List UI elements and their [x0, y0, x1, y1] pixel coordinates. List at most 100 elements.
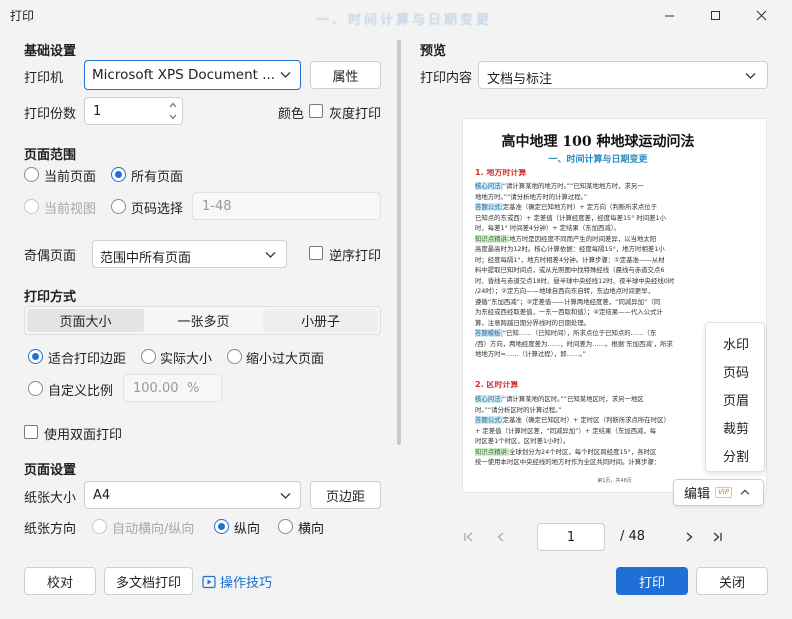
doc-line-text: /24时）；②定方向——地球自西向东自转，东边地点时间更早， [475, 287, 654, 295]
page-select-radio[interactable] [111, 199, 126, 214]
proofread-button[interactable]: 校对 [24, 567, 96, 595]
doc-line-text: 定基准（确定已知区时）+ 定时区（判断所求点所在时区） [502, 416, 670, 424]
chevron-down-icon [280, 72, 291, 78]
total-pages: / 48 [620, 529, 646, 544]
print-content-label: 打印内容 [420, 71, 473, 86]
scale-unit: % [187, 381, 200, 396]
tips-link[interactable]: 操作技巧 [202, 572, 272, 591]
custom-scale-label: 自定义比例 [48, 384, 114, 399]
copies-label: 打印份数 [24, 107, 77, 122]
menu-item-crop[interactable]: 裁剪 [706, 413, 766, 441]
doc-line-text: 为东经或西经取差值，一东一西取和值）；④定结果——代入公式计 [475, 308, 663, 316]
stepper-down-icon[interactable] [169, 114, 177, 120]
page-select-input[interactable]: 1-48 [192, 192, 381, 220]
all-pages-radio[interactable] [111, 167, 126, 182]
doc-line: 知识点精讲:地方时是因经度不同而产生的时间差异，以当地太阳 [475, 234, 753, 243]
edit-menu: 水印 页码 页眉 裁剪 分割 [705, 322, 765, 472]
printer-select[interactable]: Microsoft XPS Document ... [84, 60, 301, 90]
shrink-large-label: 缩小过大页面 [246, 352, 325, 367]
tab-page-size[interactable]: 页面大小 [27, 309, 144, 332]
doc-heading-1: 1. 地方时计算 [475, 169, 527, 177]
fit-margins-label: 适合打印边距 [48, 352, 127, 367]
page-select-label: 页码选择 [131, 202, 184, 217]
multi-doc-print-button[interactable]: 多文档打印 [104, 567, 193, 595]
doc-line-text: 定基准（确定已知地方时）+ 定方向（判断所求点位于 [502, 203, 658, 211]
doc-line: /24时）；②定方向——地球自西向东自转，东边地点时间更早， [475, 287, 753, 295]
menu-item-page-number[interactable]: 页码 [706, 357, 766, 385]
stepper-up-icon[interactable] [169, 102, 177, 108]
copies-stepper[interactable]: 1 [84, 97, 183, 125]
custom-scale-input[interactable]: 100.00 % [123, 374, 222, 402]
chevron-up-icon [740, 489, 750, 495]
first-page-icon[interactable] [463, 531, 475, 543]
last-page-icon[interactable] [711, 531, 723, 543]
menu-item-watermark[interactable]: 水印 [706, 329, 766, 357]
doc-line-text: “请计算某地的地方时。”“已知某地地方时，求另一 [502, 182, 644, 190]
shrink-large-radio[interactable] [227, 349, 242, 364]
actual-size-label: 实际大小 [160, 352, 213, 367]
doc-line: 已知点的东或西）+ 定差值（计算经度差，经度每差15° 时间差1小 [475, 214, 753, 222]
landscape-radio[interactable] [278, 519, 293, 534]
margins-button[interactable]: 页边距 [310, 481, 381, 509]
doc-line-text: 时；经度每隔1°，地方时相差4分钟。计算步骤：①定基准——从材 [475, 255, 665, 264]
portrait-radio[interactable] [214, 519, 229, 534]
odd-even-select[interactable]: 范围中所有页面 [92, 240, 287, 268]
page-range-title: 页面范围 [24, 148, 77, 163]
printer-select-value: Microsoft XPS Document ... [92, 67, 276, 83]
paper-size-select[interactable]: A4 [84, 481, 301, 509]
doc-line-text: 地地方时=……（计算过程），即……。” [475, 350, 586, 358]
tab-multi-page[interactable]: 一张多页 [145, 309, 262, 332]
doc-line-text: 算，注意跨越日期分界线时的日期处理。 [475, 318, 591, 327]
close-button[interactable]: 关闭 [696, 567, 768, 595]
edit-button-label: 编辑 [684, 487, 711, 502]
current-view-label: 当前视图 [44, 202, 97, 217]
reverse-print-checkbox[interactable] [309, 246, 323, 260]
auto-orientation-label: 自动横向/纵向 [112, 522, 195, 537]
doc-line-text: 已知点的东或西）+ 定差值（计算经度差，经度每差15° 时间差1小 [475, 213, 666, 222]
doc-line-text: 高度最高时为12时。核心计算依据：经度每隔15°，地方时相差1小 [475, 245, 665, 253]
print-button[interactable]: 打印 [616, 567, 688, 595]
minimize-button[interactable] [646, 0, 692, 30]
actual-size-radio[interactable] [141, 349, 156, 364]
grayscale-label: 灰度打印 [329, 107, 382, 122]
current-page-radio[interactable] [24, 167, 39, 182]
duplex-checkbox[interactable] [24, 425, 38, 439]
doc-line-text: 地地方时。”“请分析地方时的计算过程。” [475, 192, 588, 201]
panel-scrollbar[interactable] [397, 40, 401, 445]
doc-line-text: “已知……（已知时间），所求点位于已知点的……（东 [502, 329, 657, 337]
doc-line-tag: 答题公式: [475, 416, 503, 424]
doc-line-text: 全球划分为24个时区，每个时区跨经度15°，各时区 [509, 447, 657, 456]
print-content-select[interactable]: 文档与标注 [478, 61, 768, 89]
auto-orientation-radio [92, 519, 107, 534]
chevron-down-icon [745, 73, 756, 79]
orientation-label: 纸张方向 [24, 522, 77, 537]
fit-margins-radio[interactable] [28, 349, 43, 364]
doc-line-text: 时、昏线与赤道交点18时、昼半球中央经线12时、夜半球中央经线0时 [475, 276, 675, 285]
close-window-button[interactable] [738, 0, 784, 30]
portrait-label: 纵向 [234, 522, 261, 537]
grayscale-checkbox[interactable] [309, 104, 323, 118]
doc-line-text: 地方时是因经度不同而产生的时间差异，以当地太阳 [509, 234, 657, 243]
tab-booklet[interactable]: 小册子 [263, 309, 378, 332]
prev-page-icon[interactable] [495, 531, 507, 543]
maximize-button[interactable] [692, 0, 738, 30]
chevron-down-icon [280, 493, 291, 499]
doc-line-tag: 知识点精讲: [475, 447, 510, 456]
menu-item-split[interactable]: 分割 [706, 441, 766, 469]
doc-line-text: “请计算某地的区时。”“已知某地区时，求另一地区 [502, 395, 644, 403]
properties-button[interactable]: 属性 [310, 61, 381, 89]
doc-line-tag: 答题模板: [475, 329, 503, 337]
custom-scale-radio[interactable] [28, 381, 43, 396]
doc-line: 为东经或西经取差值，一东一西取和值）；④定结果——代入公式计 [475, 308, 753, 316]
menu-item-header[interactable]: 页眉 [706, 385, 766, 413]
doc-line-text: /西）方向，两地经度差为……，时间差为……。根据‘东加西减’，所求 [475, 339, 673, 348]
next-page-icon[interactable] [683, 531, 695, 543]
doc-line-tag: 核心问法: [475, 395, 503, 403]
print-mode-tabs: 页面大小 一张多页 小册子 [24, 306, 381, 335]
doc-line-text: 遵循“东加西减”；③定差值——计算两地经度差，“同减异加”（同 [475, 297, 661, 306]
page-number-input[interactable]: 1 [537, 523, 605, 551]
vip-badge: VIP [715, 487, 733, 498]
color-label: 颜色 [278, 107, 305, 122]
edit-button[interactable]: 编辑 VIP [673, 479, 764, 506]
landscape-label: 横向 [298, 522, 325, 537]
